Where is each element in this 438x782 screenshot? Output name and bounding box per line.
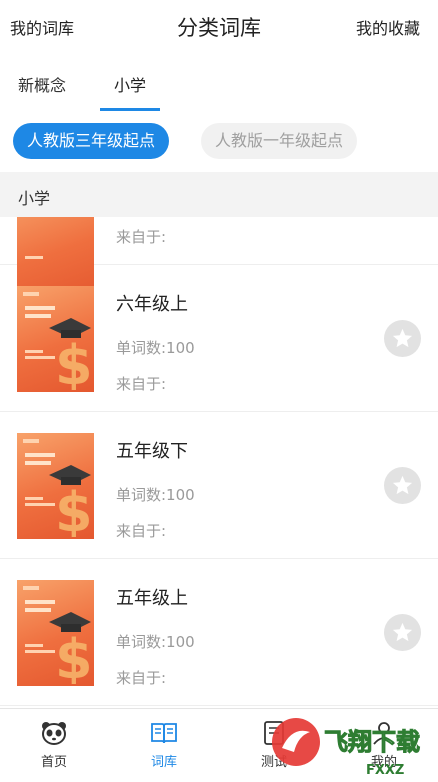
- favorite-button[interactable]: [384, 320, 421, 357]
- filter-grade1-start[interactable]: 人教版一年级起点: [201, 123, 358, 159]
- book-cover: $: [17, 433, 94, 539]
- watermark-sub: FXXZ: [366, 763, 404, 778]
- book-list[interactable]: 来自于: $ 六年级上 单词数:100 来自于: $ 五年级下 单词数:100 …: [0, 217, 438, 707]
- book-cover: $: [17, 286, 94, 392]
- watermark-logo: 飞翔下载 FXXZ: [270, 712, 438, 782]
- word-count: 单词数:100: [116, 339, 195, 357]
- book-title: 六年级上: [116, 294, 188, 315]
- app-header: 我的词库 分类词库 我的收藏: [0, 0, 438, 54]
- star-icon: [392, 475, 413, 495]
- book-source: 来自于:: [116, 375, 167, 393]
- section-header: 小学: [0, 172, 438, 217]
- filter-grade3-start[interactable]: 人教版三年级起点: [13, 123, 170, 159]
- section-title: 小学: [18, 189, 51, 208]
- star-icon: [392, 328, 413, 348]
- nav-home-label: 首页: [40, 755, 67, 770]
- word-count: 单词数:100: [116, 486, 195, 504]
- word-count: 单词数:100: [116, 633, 195, 651]
- active-tab-indicator: [100, 108, 160, 111]
- svg-text:$: $: [55, 481, 91, 537]
- graduation-cap-icon: $: [49, 612, 91, 684]
- book-cover: $: [17, 580, 94, 686]
- nav-wordbank[interactable]: 词库: [124, 719, 204, 770]
- book-icon: [151, 723, 177, 744]
- book-source: 来自于:: [116, 228, 167, 246]
- panda-icon: [42, 722, 66, 745]
- graduation-cap-icon: $: [49, 318, 91, 390]
- category-tabs: 新概念 小学: [0, 54, 438, 112]
- svg-text:$: $: [55, 334, 91, 390]
- book-source: 来自于:: [116, 669, 167, 687]
- book-title: 五年级下: [116, 441, 188, 462]
- edition-filters: 人教版三年级起点 人教版一年级起点: [0, 112, 438, 170]
- watermark-text: 飞翔下载: [324, 728, 420, 756]
- my-favorites-link[interactable]: 我的收藏: [356, 15, 420, 39]
- book-source: 来自于:: [116, 522, 167, 540]
- svg-text:$: $: [55, 628, 91, 684]
- tab-new-concept[interactable]: 新概念: [18, 72, 66, 96]
- list-item[interactable]: $ 五年级上 单词数:100 来自于:: [0, 559, 438, 706]
- book-title: 五年级上: [116, 588, 188, 609]
- star-icon: [392, 622, 413, 642]
- nav-wordbank-label: 词库: [150, 755, 177, 770]
- tab-primary-school[interactable]: 小学: [114, 72, 146, 96]
- favorite-button[interactable]: [384, 467, 421, 504]
- list-item[interactable]: $ 六年级上 单词数:100 来自于:: [0, 265, 438, 412]
- list-item[interactable]: 来自于:: [0, 217, 438, 298]
- graduation-cap-icon: $: [49, 465, 91, 537]
- list-item[interactable]: $ 五年级下 单词数:100 来自于:: [0, 412, 438, 559]
- favorite-button[interactable]: [384, 614, 421, 651]
- nav-home[interactable]: 首页: [14, 719, 94, 770]
